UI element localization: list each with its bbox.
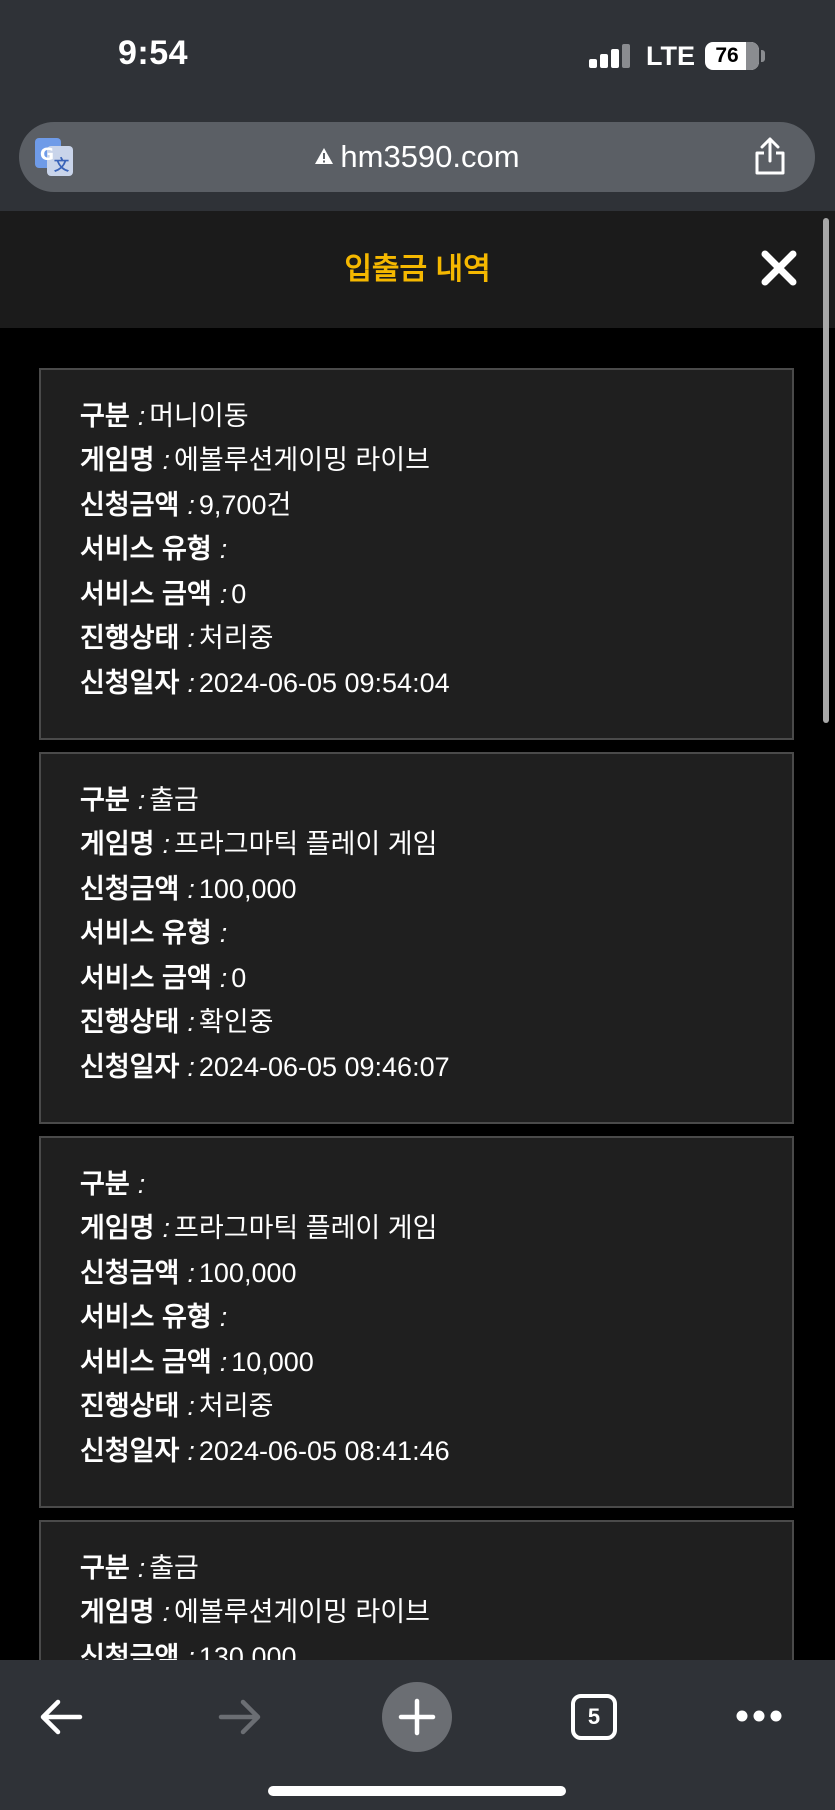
row-service-type: 서비스 유형: <box>80 918 228 948</box>
category-value: 출금 <box>149 1553 199 1583</box>
battery-tip <box>761 50 765 62</box>
row-service-amount: 서비스 금액:0 <box>80 579 247 609</box>
row-game-name: 게임명: 프라그마틱 플레이 게임 <box>80 829 438 859</box>
service-amount-value: 0 <box>231 963 247 993</box>
row-category: 구분: 출금 <box>80 1553 199 1583</box>
game-name-value: 프라그마틱 플레이 게임 <box>174 1213 438 1243</box>
row-service-amount: 서비스 금액:0 <box>80 963 247 993</box>
request-amount-value: 100,000 <box>198 1258 297 1288</box>
row-category: 구분: 머니이동 <box>80 401 249 431</box>
warning-icon <box>315 147 334 164</box>
close-icon[interactable] <box>760 249 798 287</box>
transaction-card: 구분: 출금 게임명: 에볼루션게이밍 라이브 신청금액:130,000 <box>39 1520 794 1660</box>
transaction-card: 구분: 머니이동 게임명: 에볼루션게이밍 라이브 신청금액:9,700건 서비스 … <box>39 368 794 740</box>
battery-icon: 76 <box>705 42 759 70</box>
game-name-value: 프라그마틱 플레이 게임 <box>174 829 438 859</box>
row-status: 진행상태: 처리중 <box>80 1391 274 1421</box>
home-indicator <box>268 1786 566 1796</box>
row-game-name: 게임명: 에볼루션게이밍 라이브 <box>80 445 430 475</box>
share-icon[interactable] <box>753 136 787 176</box>
row-service-type: 서비스 유형: <box>80 534 228 564</box>
request-date-value: 2024-06-05 09:46:07 <box>198 1052 450 1082</box>
modal-header: 입출금 내역 <box>0 211 835 328</box>
url-display[interactable]: hm3590.com <box>19 122 815 192</box>
signal-icon <box>589 44 631 68</box>
category-value: 머니이동 <box>149 401 249 431</box>
status-bar: 9:54 LTE 76 <box>0 0 835 112</box>
request-amount-value: 100,000 <box>198 874 297 904</box>
game-name-value: 에볼루션게이밍 라이브 <box>174 445 430 475</box>
row-status: 진행상태: 처리중 <box>80 623 274 653</box>
row-request-amount: 신청금액:130,000 <box>80 1635 297 1660</box>
request-date-value: 2024-06-05 08:41:46 <box>198 1436 450 1466</box>
tabs-button[interactable]: 5 <box>571 1694 617 1740</box>
row-status: 진행상태: 확인중 <box>80 1007 274 1037</box>
more-icon[interactable] <box>735 1709 783 1723</box>
service-amount-value: 10,000 <box>231 1347 314 1377</box>
row-service-type: 서비스 유형: <box>80 1302 228 1332</box>
status-value: 처리중 <box>198 623 274 653</box>
row-category: 구분: <box>80 1169 146 1199</box>
transaction-card: 구분: 게임명: 프라그마틱 플레이 게임 신청금액:100,000 서비스 유형… <box>39 1136 794 1508</box>
row-category: 구분: 출금 <box>80 785 199 815</box>
row-request-date: 신청일자:2024-06-05 08:41:46 <box>80 1436 450 1466</box>
new-tab-plus-icon[interactable] <box>382 1682 452 1752</box>
forward-arrow-icon[interactable] <box>217 1697 263 1737</box>
browser-address-area: G 文 hm3590.com <box>0 112 835 211</box>
url-text: hm3590.com <box>340 139 520 174</box>
category-value: 출금 <box>149 785 199 815</box>
tab-count: 5 <box>587 1704 601 1729</box>
status-value: 확인중 <box>198 1007 274 1037</box>
transaction-list[interactable]: 구분: 머니이동 게임명: 에볼루션게이밍 라이브 신청금액:9,700건 서비스 … <box>0 328 835 1660</box>
scrollbar[interactable] <box>823 218 829 723</box>
row-request-amount: 신청금액:100,000 <box>80 1258 297 1288</box>
battery-level: 76 <box>715 44 739 67</box>
row-request-amount: 신청금액:9,700건 <box>80 490 292 520</box>
row-request-date: 신청일자:2024-06-05 09:54:04 <box>80 668 450 698</box>
request-amount-value: 130,000 <box>198 1642 297 1660</box>
request-date-value: 2024-06-05 09:54:04 <box>198 668 450 698</box>
row-request-amount: 신청금액:100,000 <box>80 874 297 904</box>
row-request-date: 신청일자:2024-06-05 09:46:07 <box>80 1052 450 1082</box>
status-time: 9:54 <box>118 34 189 72</box>
status-value: 처리중 <box>198 1391 274 1421</box>
back-arrow-icon[interactable] <box>38 1697 84 1737</box>
transaction-card: 구분: 출금 게임명: 프라그마틱 플레이 게임 신청금액:100,000 서비스 … <box>39 752 794 1124</box>
game-name-value: 에볼루션게이밍 라이브 <box>174 1597 430 1627</box>
row-service-amount: 서비스 금액:10,000 <box>80 1347 314 1377</box>
service-amount-value: 0 <box>231 579 247 609</box>
row-game-name: 게임명: 에볼루션게이밍 라이브 <box>80 1597 430 1627</box>
network-type: LTE <box>646 41 695 71</box>
address-bar[interactable]: G 文 hm3590.com <box>19 122 815 192</box>
row-game-name: 게임명: 프라그마틱 플레이 게임 <box>80 1213 438 1243</box>
request-amount-value: 9,700건 <box>198 490 292 520</box>
modal-title: 입출금 내역 <box>344 253 491 286</box>
